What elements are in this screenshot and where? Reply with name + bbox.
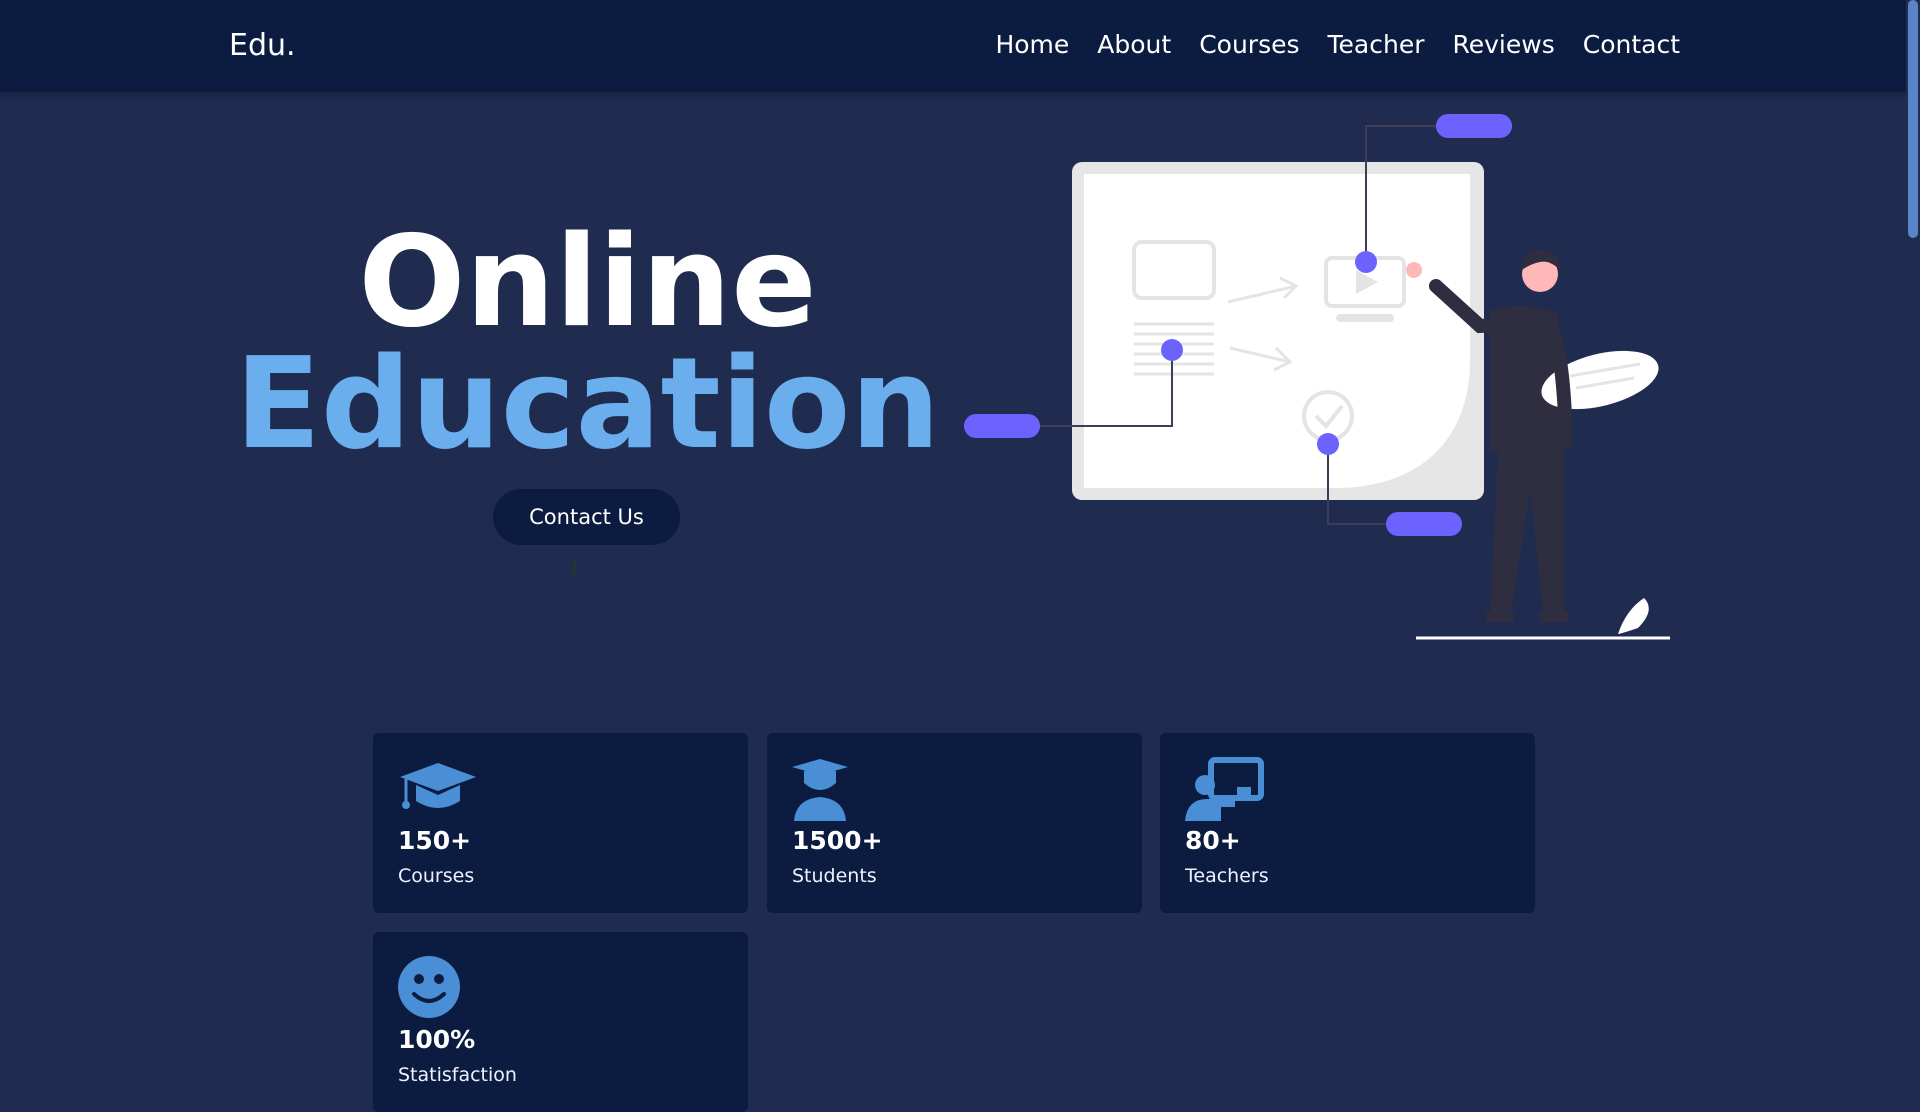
nav-link-reviews[interactable]: Reviews [1453,30,1555,59]
text-cursor [573,560,576,574]
stat-label: Statisfaction [398,1064,517,1086]
stat-label: Courses [398,865,475,887]
stat-card-teachers: 80+ Teachers [1160,733,1535,913]
scrollbar-thumb[interactable] [1908,0,1918,238]
main-nav: Home About Courses Teacher Reviews Conta… [995,30,1680,59]
stat-count: 150+ [398,826,472,855]
graduation-cap-icon [400,763,476,809]
stat-card-students: 1500+ Students [767,733,1142,913]
navbar: Edu. Home About Courses Teacher Reviews … [0,0,1920,92]
stat-count: 1500+ [792,826,883,855]
nav-link-about[interactable]: About [1097,30,1171,59]
teacher-board-icon [1185,757,1264,821]
smile-icon [398,956,460,1018]
stat-count: 100% [398,1025,476,1054]
nav-link-contact[interactable]: Contact [1583,30,1680,59]
nav-link-courses[interactable]: Courses [1199,30,1299,59]
stat-label: Students [792,865,877,887]
nav-link-home[interactable]: Home [995,30,1069,59]
hero-illustration [964,114,1670,640]
stat-card-satisfaction: 100% Statisfaction [373,932,748,1112]
nav-link-teacher[interactable]: Teacher [1328,30,1425,59]
stat-count: 80+ [1185,826,1241,855]
site-logo[interactable]: Edu. [229,28,296,63]
tag-pill-3 [1386,512,1462,536]
tag-pill-2 [964,414,1040,438]
student-icon [792,759,848,821]
contact-us-button[interactable]: Contact Us [493,489,680,545]
scrollbar[interactable] [1906,0,1920,1080]
stat-label: Teachers [1185,865,1269,887]
tag-pill-1 [1436,114,1512,138]
stat-card-courses: 150+ Courses [373,733,748,913]
board-surface [1084,174,1470,488]
